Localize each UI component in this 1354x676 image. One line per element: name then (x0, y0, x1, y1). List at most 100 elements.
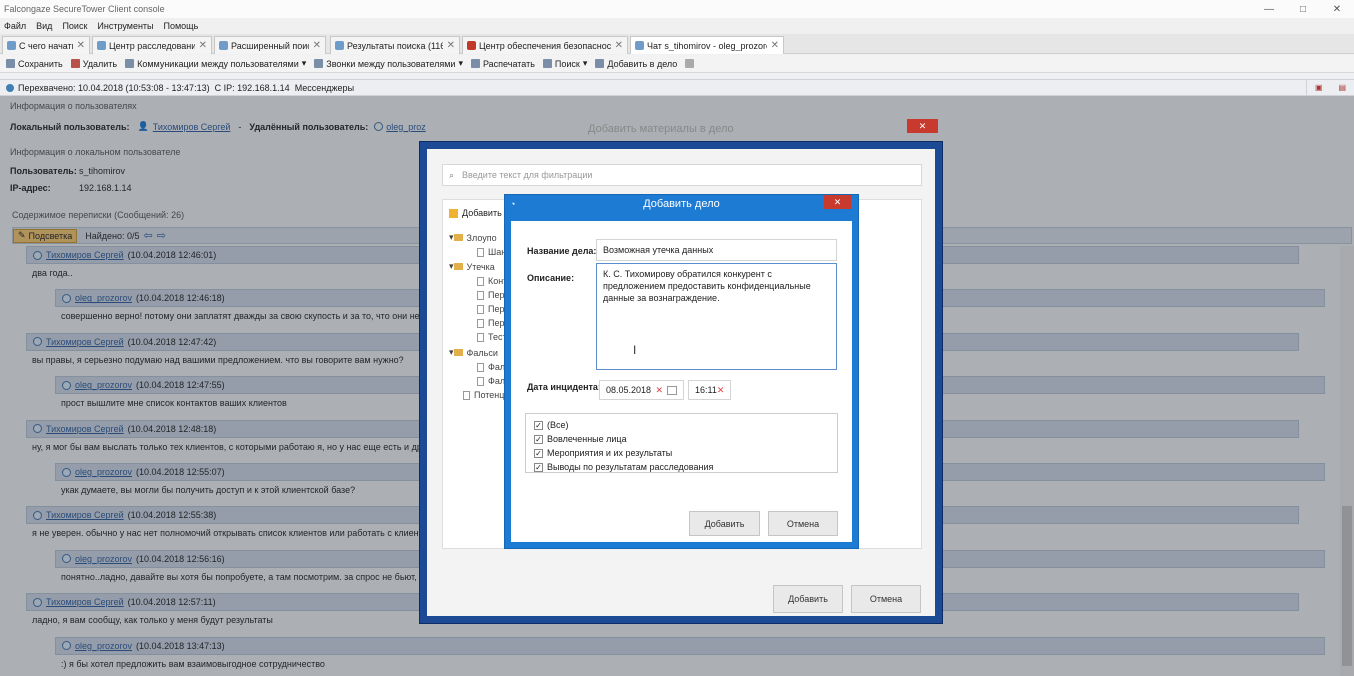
tab-close-icon[interactable]: ✕ (447, 40, 455, 51)
tab-bar: С чего начать ✕ Центр расследований ✕ Расш… (0, 34, 1354, 54)
checkbox-icon: ✓ (534, 448, 543, 458)
add-case-dialog-header: ◔ Добавить дело (510, 198, 720, 210)
description-textarea[interactable]: К. С. Тихомирову обратился конкурент с п… (596, 263, 837, 370)
cancel-case-button[interactable]: Отмена (768, 511, 838, 536)
app-icon: ◔ (510, 199, 516, 209)
tree-item[interactable]: Фал (477, 376, 505, 386)
tree-item[interactable]: Шан (477, 247, 506, 257)
toolbar: Сохранить Удалить Коммуникации между пол… (0, 55, 1354, 73)
tree-item[interactable]: ▾ Утечка (449, 261, 495, 272)
paperclip-icon (685, 59, 695, 68)
menu-bar: Файл Вид Поиск Инструменты Помощь (0, 18, 1354, 33)
menu-view[interactable]: Вид (36, 21, 52, 31)
incident-date-label: Дата инцидента: (527, 382, 601, 392)
search-icon (219, 41, 228, 50)
sections-checklist: ✓ (Все) ✓ Вовлеченные лица ✓ Мероприятия и … (525, 413, 838, 473)
incident-time-input[interactable]: 16:11 ✕ (688, 380, 731, 400)
description-label: Описание: (527, 273, 575, 283)
tab-security-center[interactable]: Центр обеспечения безопасности ✕ (462, 36, 628, 54)
chevron-down-icon: ▾ (301, 58, 307, 68)
chat-icon (635, 41, 644, 50)
add-material-button[interactable]: Добавить (449, 208, 502, 218)
checkbox-icon: ✓ (534, 420, 543, 430)
minimize-button[interactable]: — (1252, 4, 1286, 15)
tab-getting-started[interactable]: С чего начать ✕ (2, 36, 90, 54)
search-button[interactable]: Поиск ▾ (542, 58, 588, 69)
menu-file[interactable]: Файл (4, 21, 26, 31)
tree-item[interactable]: ▾ Злоупо (449, 232, 497, 243)
tree-item[interactable]: Конт (477, 276, 507, 286)
maximize-button[interactable]: □ (1286, 4, 1320, 15)
users-icon (125, 59, 135, 68)
tab-close-icon[interactable]: ✕ (615, 40, 623, 51)
add-case-button[interactable]: Добавить (689, 511, 760, 536)
text-cursor-icon: I (633, 343, 637, 357)
checkbox-icon: ✓ (534, 434, 543, 444)
app-title: Falcongaze SecureTower Client console (4, 4, 165, 14)
check-conclusions[interactable]: ✓ Выводы по результатам расследования (534, 460, 829, 474)
phone-icon (314, 59, 324, 68)
check-involved-persons[interactable]: ✓ Вовлеченные лица (534, 432, 829, 446)
tree-item[interactable]: Пер (477, 304, 504, 314)
close-window-button[interactable]: ✕ (1320, 4, 1354, 15)
filter-input[interactable]: ⌕ Введите текст для фильтрации (442, 164, 922, 186)
tree-item[interactable]: ▾ Фальси (449, 347, 498, 358)
tree-item[interactable]: Тест (477, 332, 507, 342)
clock-icon (6, 83, 14, 92)
tree-item[interactable]: Пер (477, 318, 504, 328)
shield-icon (467, 41, 476, 50)
search-icon: ⌕ (449, 169, 455, 180)
menu-tools[interactable]: Инструменты (97, 21, 153, 31)
tab-icon (335, 41, 344, 50)
add-to-case-button[interactable]: Добавить в дело (595, 59, 677, 69)
intercept-info-bar: Перехвачено: 10.04.2018 (10:53:08 - 13:4… (0, 79, 1354, 96)
menu-search[interactable]: Поиск (62, 21, 87, 31)
tab-close-icon[interactable]: ✕ (313, 40, 321, 51)
print-icon (470, 59, 480, 68)
materials-close-button[interactable]: ✕ (907, 119, 938, 133)
delete-icon (70, 59, 80, 68)
materials-dialog-title: Добавить материалы в дело (588, 123, 734, 135)
tab-search-results[interactable]: Результаты поиска (116) ✕ (330, 36, 460, 54)
chevron-down-icon: ▾ (458, 58, 463, 68)
checkbox-icon: ✓ (534, 462, 543, 472)
incident-date-input[interactable]: 08.05.2018 ✕ (599, 380, 684, 400)
calendar-icon[interactable] (667, 385, 677, 395)
menu-help[interactable]: Помощь (164, 21, 199, 31)
materials-add-button[interactable]: Добавить (773, 585, 843, 613)
calls-button[interactable]: Звонки между пользователями ▾ (314, 58, 463, 69)
communications-button[interactable]: Коммуникации между пользователями ▾ (125, 58, 306, 69)
export-icon[interactable]: ▤ (1331, 80, 1354, 96)
clear-date-icon[interactable]: ✕ (655, 385, 663, 396)
tree-item[interactable]: Потенц (463, 390, 504, 400)
tree-item[interactable]: Пер (477, 290, 504, 300)
search-icon (542, 59, 552, 68)
check-activities[interactable]: ✓ Мероприятия и их результаты (534, 446, 829, 460)
title-bar: Falcongaze SecureTower Client console — … (0, 0, 1354, 18)
materials-cancel-button[interactable]: Отмена (851, 585, 921, 613)
add-case-close-button[interactable]: ✕ (824, 195, 851, 209)
tab-close-icon[interactable]: ✕ (199, 40, 207, 51)
chevron-down-icon: ▾ (582, 58, 588, 68)
save-icon (6, 59, 15, 68)
add-case-icon (595, 59, 605, 68)
tab-investigations[interactable]: Центр расследований ✕ (92, 36, 212, 54)
pdf-icon[interactable]: ▣ (1307, 80, 1331, 96)
tab-close-icon[interactable]: ✕ (771, 40, 779, 51)
check-all[interactable]: ✓ (Все) (534, 418, 829, 432)
add-icon (449, 208, 458, 218)
tab-icon (7, 41, 16, 50)
tab-icon (97, 41, 106, 50)
tree-item[interactable]: Фал (477, 362, 505, 372)
clear-time-icon[interactable]: ✕ (717, 385, 725, 396)
print-button[interactable]: Распечатать (470, 59, 535, 69)
tab-chat[interactable]: Чат s_tihomirov - oleg_prozorov ✕ (630, 36, 784, 54)
tab-advanced-search[interactable]: Расширенный поиск ✕ (214, 36, 326, 54)
attach-button[interactable] (685, 59, 697, 68)
save-button[interactable]: Сохранить (6, 59, 63, 69)
tab-close-icon[interactable]: ✕ (77, 40, 85, 51)
add-case-dialog: ◔ Добавить дело ✕ Название дела: Возможн… (504, 194, 859, 549)
delete-button[interactable]: Удалить (70, 59, 117, 69)
case-name-label: Название дела: (527, 246, 597, 256)
case-name-input[interactable]: Возможная утечка данных (596, 239, 837, 261)
